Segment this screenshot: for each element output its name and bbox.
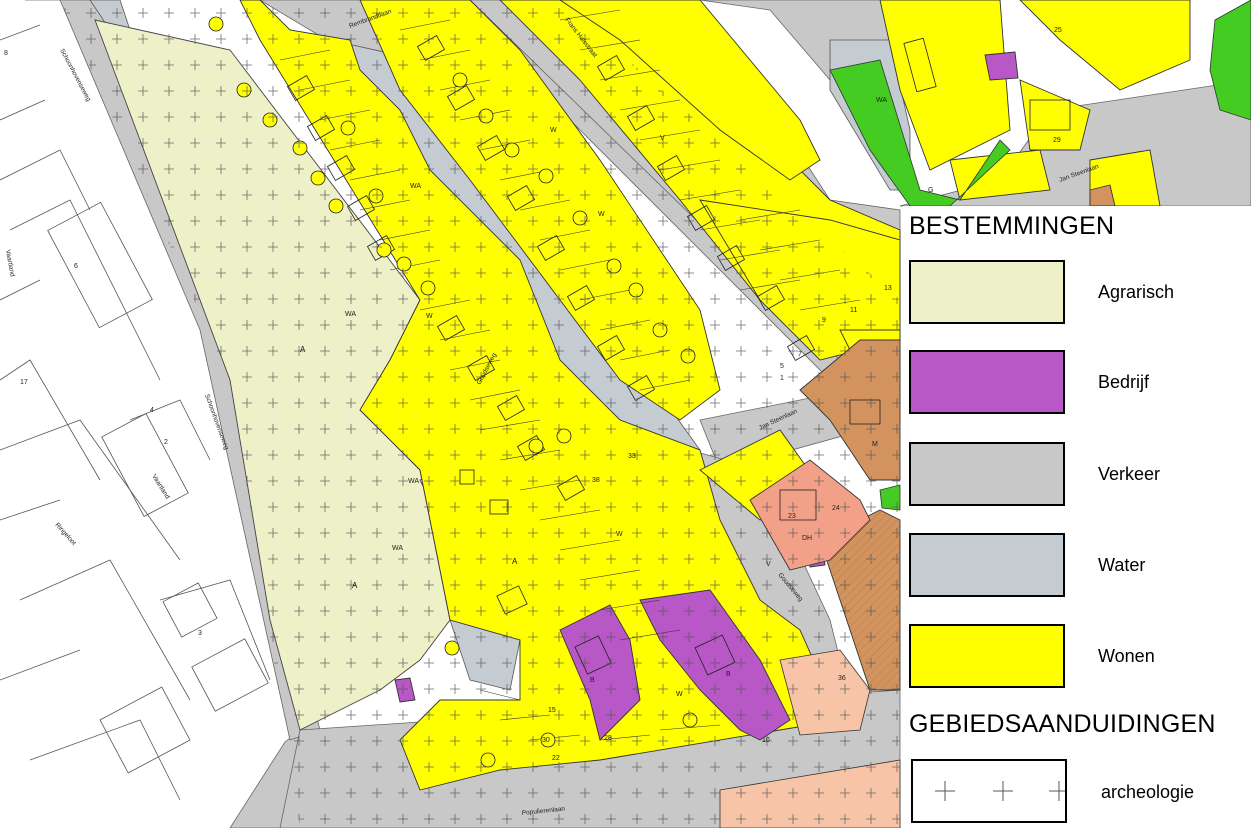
house-number: 28 [604, 735, 612, 742]
house-number: 23 [788, 513, 796, 520]
zone-code-a: A [300, 345, 306, 354]
zone-code-wa: WA [410, 183, 421, 190]
legend-label-verkeer: Verkeer [1098, 464, 1161, 484]
house-number: 22 [552, 755, 560, 762]
legend-swatch-water [909, 533, 1065, 597]
zone-code-g: G [928, 187, 933, 194]
house-number: 30 [542, 737, 550, 744]
legend-heading-gebiedsaanduidingen: GEBIEDSAANDUIDINGEN [909, 710, 1216, 738]
zone-code-w: W [676, 691, 683, 698]
legend-swatch-wonen [909, 624, 1065, 688]
zone-code-v: V [660, 135, 665, 142]
zone-code-a: A [352, 581, 358, 590]
zone-code-w: W [598, 211, 605, 218]
zone-code-w: W [550, 127, 557, 134]
legend-heading-bestemmingen: BESTEMMINGEN [909, 212, 1115, 240]
house-number: 11 [850, 307, 857, 314]
legend-label-bedrijf: Bedrijf [1098, 372, 1150, 392]
house-number: 15 [548, 707, 556, 714]
house-number: 29 [1053, 137, 1061, 144]
house-number: 36 [838, 675, 846, 682]
zone-code-b: B [726, 671, 731, 678]
house-number: 33 [628, 453, 636, 460]
legend-swatch-agrarisch [909, 260, 1065, 324]
house-number: 9 [822, 317, 826, 324]
zone-code-dh: DH [802, 535, 812, 542]
legend-swatch-archeologie [911, 759, 1067, 823]
house-number: 38 [592, 477, 600, 484]
house-number: 17 [20, 379, 28, 386]
house-number: 24 [832, 505, 840, 512]
house-number: 5 [780, 363, 784, 370]
zoning-map-viewer: A A A WA WA WA WA WA W W W W W B B DH M … [0, 0, 1251, 828]
zone-code-wa: WA [876, 97, 887, 104]
zone-code-wa: WA [345, 311, 356, 318]
house-number: 2 [164, 439, 168, 446]
zone-code-m: M [872, 441, 878, 448]
zone-code-w: W [426, 313, 433, 320]
zone-code-a: A [512, 557, 518, 566]
legend-label-wonen: Wonen [1098, 646, 1155, 666]
house-number: 25 [1054, 27, 1062, 34]
house-number: 7 [798, 351, 802, 358]
legend-label-water: Water [1098, 555, 1146, 575]
zone-code-v: V [766, 561, 771, 568]
house-number: 6 [74, 263, 78, 270]
house-number: 8 [4, 50, 8, 57]
legend-swatch-verkeer [909, 442, 1065, 506]
house-number: 1 [780, 375, 784, 382]
zone-code-wa: WA [408, 478, 419, 485]
house-number: 10 [762, 737, 770, 744]
map-legend: BESTEMMINGEN Agrarisch Bedrijf Verkeer W… [903, 206, 1251, 828]
house-number: 13 [884, 285, 892, 292]
zone-code-wa: WA [392, 545, 403, 552]
legend-label-archeologie: archeologie [1101, 782, 1195, 802]
house-number: 3 [198, 630, 202, 637]
legend-label-agrarisch: Agrarisch [1098, 282, 1175, 302]
house-number: 4 [150, 407, 154, 414]
archeologie-cross-icon [935, 781, 1065, 801]
zone-code-w: W [616, 531, 623, 538]
zone-code-b: B [590, 677, 595, 684]
legend-swatch-bedrijf [909, 350, 1065, 414]
